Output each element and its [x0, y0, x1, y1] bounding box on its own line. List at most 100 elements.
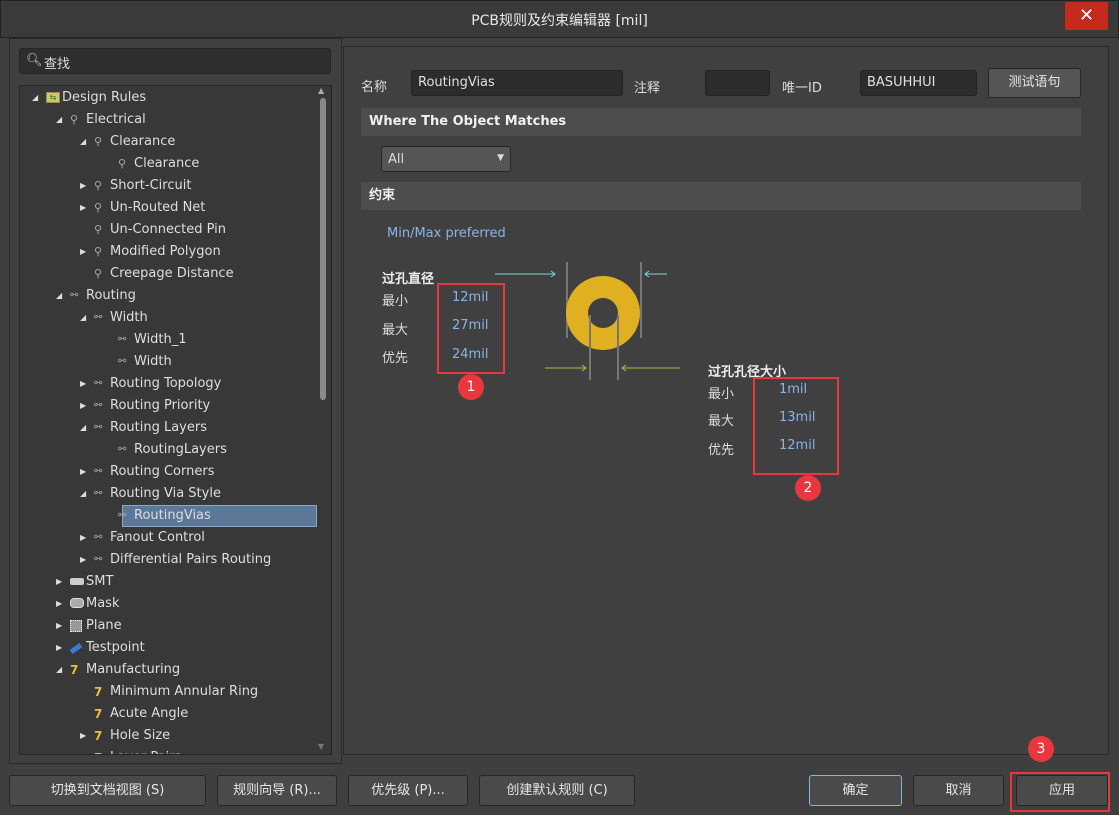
constraint-mode: Min/Max preferred	[387, 226, 506, 241]
manufacturing-icon: 7	[70, 663, 79, 677]
document-view-button[interactable]: 切换到文档视图 (S)	[9, 775, 206, 806]
expand-arrow-icon[interactable]: ▶	[80, 461, 86, 483]
scroll-down-icon[interactable]: ▼	[318, 742, 324, 751]
tree-scrollbar[interactable]	[320, 98, 326, 400]
chevron-down-icon: ▼	[497, 153, 504, 163]
expand-arrow-icon[interactable]: ▶	[80, 241, 86, 263]
collapse-arrow-icon[interactable]: ◢	[80, 131, 86, 153]
collapse-arrow-icon[interactable]: ◢	[32, 87, 38, 109]
tree-item-label: Mask	[86, 596, 120, 611]
hole-pref-label: 优先	[708, 443, 735, 458]
annotation-box-2	[753, 377, 839, 475]
tree-item-label: RoutingLayers	[134, 442, 227, 457]
manufacturing-icon: 7	[94, 707, 103, 721]
manufacturing-icon: 7	[94, 685, 103, 699]
manufacturing-icon: 7	[94, 752, 108, 754]
electrical-icon: ⚲	[94, 267, 103, 280]
priority-button[interactable]: 优先级 (P)...	[348, 775, 468, 806]
scroll-up-icon[interactable]: ▲	[318, 86, 324, 95]
comment-field[interactable]	[705, 70, 770, 96]
routing-icon: ⚯	[94, 466, 103, 477]
expand-arrow-icon[interactable]: ▶	[80, 549, 86, 571]
routing-icon: ⚯	[118, 334, 127, 345]
tree-item-label: Fanout Control	[110, 530, 205, 545]
tree-item-label: Design Rules	[62, 90, 147, 105]
scope-dropdown[interactable]: All ▼	[381, 146, 511, 172]
routing-icon: ⚯	[94, 554, 103, 565]
tree-item-label: RoutingVias	[134, 508, 211, 523]
tree-item-label: Routing Via Style	[110, 486, 221, 501]
constraints-section-header: 约束	[361, 182, 1081, 210]
tree-item-label: Modified Polygon	[110, 244, 221, 259]
plane-icon	[70, 620, 84, 632]
via-diameter-title: 过孔直径	[382, 272, 435, 287]
tree-item-label: Minimum Annular Ring	[110, 684, 259, 699]
routing-icon: ⚯	[94, 312, 103, 323]
close-button[interactable]: ✕	[1065, 2, 1108, 30]
manufacturing-icon: 7	[94, 729, 103, 743]
routing-icon: ⚯	[94, 400, 103, 411]
search-placeholder: 查找	[44, 57, 71, 72]
via-diameter-max-label: 最大	[382, 323, 409, 338]
annotation-box-3	[1010, 772, 1110, 812]
routing-icon: ⚯	[94, 532, 103, 543]
expand-arrow-icon[interactable]: ▶	[56, 593, 62, 615]
annotation-badge-2: 2	[795, 475, 821, 501]
tree-item-label: Clearance	[110, 134, 176, 149]
unique-id-field[interactable]: BASUHHUI	[860, 70, 977, 96]
tree-item-label: Width_1	[134, 332, 187, 347]
tree-item-label: Hole Size	[110, 728, 171, 743]
tree-item-label: Manufacturing	[86, 662, 181, 677]
expand-arrow-icon[interactable]: ▶	[80, 175, 86, 197]
via-diameter-min-label: 最小	[382, 294, 409, 309]
name-field[interactable]: RoutingVias	[411, 70, 623, 96]
create-default-rules-button[interactable]: 创建默认规则 (C)	[479, 775, 635, 806]
routing-icon: ⚯	[94, 422, 103, 433]
collapse-arrow-icon[interactable]: ◢	[56, 659, 62, 681]
close-icon: ✕	[1078, 5, 1095, 26]
rule-tree: ◢ ⇆ Design Rules ◢ ⚲ Electrical ◢ ⚲ Clearance ⚲ Cl…	[19, 85, 332, 755]
window-title: PCB规则及约束编辑器 [mil]	[471, 13, 648, 29]
collapse-arrow-icon[interactable]: ◢	[56, 285, 62, 307]
expand-arrow-icon[interactable]: ▶	[80, 527, 86, 549]
tree-item-label: Acute Angle	[110, 706, 189, 721]
tree-item-label: Width	[134, 354, 172, 369]
tree-item-label: Routing Layers	[110, 420, 207, 435]
electrical-icon: ⚲	[94, 223, 103, 236]
expand-arrow-icon[interactable]: ▶	[80, 395, 86, 417]
expand-arrow-icon[interactable]: ▶	[56, 615, 62, 637]
expand-arrow-icon[interactable]: ▶	[80, 725, 86, 747]
collapse-arrow-icon[interactable]: ◢	[56, 109, 62, 131]
scope-value: All	[388, 152, 405, 167]
tree-item-label: Routing Corners	[110, 464, 215, 479]
tree-item-label: Clearance	[134, 156, 200, 171]
tree-item-label: Testpoint	[86, 640, 145, 655]
expand-arrow-icon[interactable]: ▶	[56, 571, 62, 593]
tree-item-label: SMT	[86, 574, 114, 589]
via-diagram	[495, 262, 680, 380]
collapse-arrow-icon[interactable]: ◢	[80, 307, 86, 329]
tree-item-label: Electrical	[86, 112, 146, 127]
search-input[interactable]: 🔍︎ 查找	[19, 48, 331, 74]
tree-item-label: Routing Priority	[110, 398, 211, 413]
via-diameter-pref-label: 优先	[382, 351, 409, 366]
hole-max-label: 最大	[708, 414, 735, 429]
expand-arrow-icon[interactable]: ▶	[56, 637, 62, 659]
expand-arrow-icon[interactable]: ▶	[80, 373, 86, 395]
ok-button[interactable]: 确定	[809, 775, 902, 806]
expand-arrow-icon[interactable]: ▶	[80, 197, 86, 219]
electrical-icon: ⚲	[70, 113, 79, 126]
cancel-button[interactable]: 取消	[913, 775, 1004, 806]
where-section-header: Where The Object Matches	[361, 108, 1081, 136]
test-query-button[interactable]: 测试语句	[988, 68, 1081, 98]
folder-rules-icon: ⇆	[46, 92, 60, 104]
collapse-arrow-icon[interactable]: ◢	[80, 483, 86, 505]
tree-item-label: Width	[110, 310, 148, 325]
routing-icon: ⚯	[94, 488, 103, 499]
hole-min-label: 最小	[708, 387, 735, 402]
tree-item-label: Creepage Distance	[110, 266, 234, 281]
tree-item-label: Plane	[86, 618, 122, 633]
collapse-arrow-icon[interactable]: ◢	[80, 417, 86, 439]
routing-icon: ⚯	[118, 444, 127, 455]
rule-wizard-button[interactable]: 规则向导 (R)...	[217, 775, 337, 806]
